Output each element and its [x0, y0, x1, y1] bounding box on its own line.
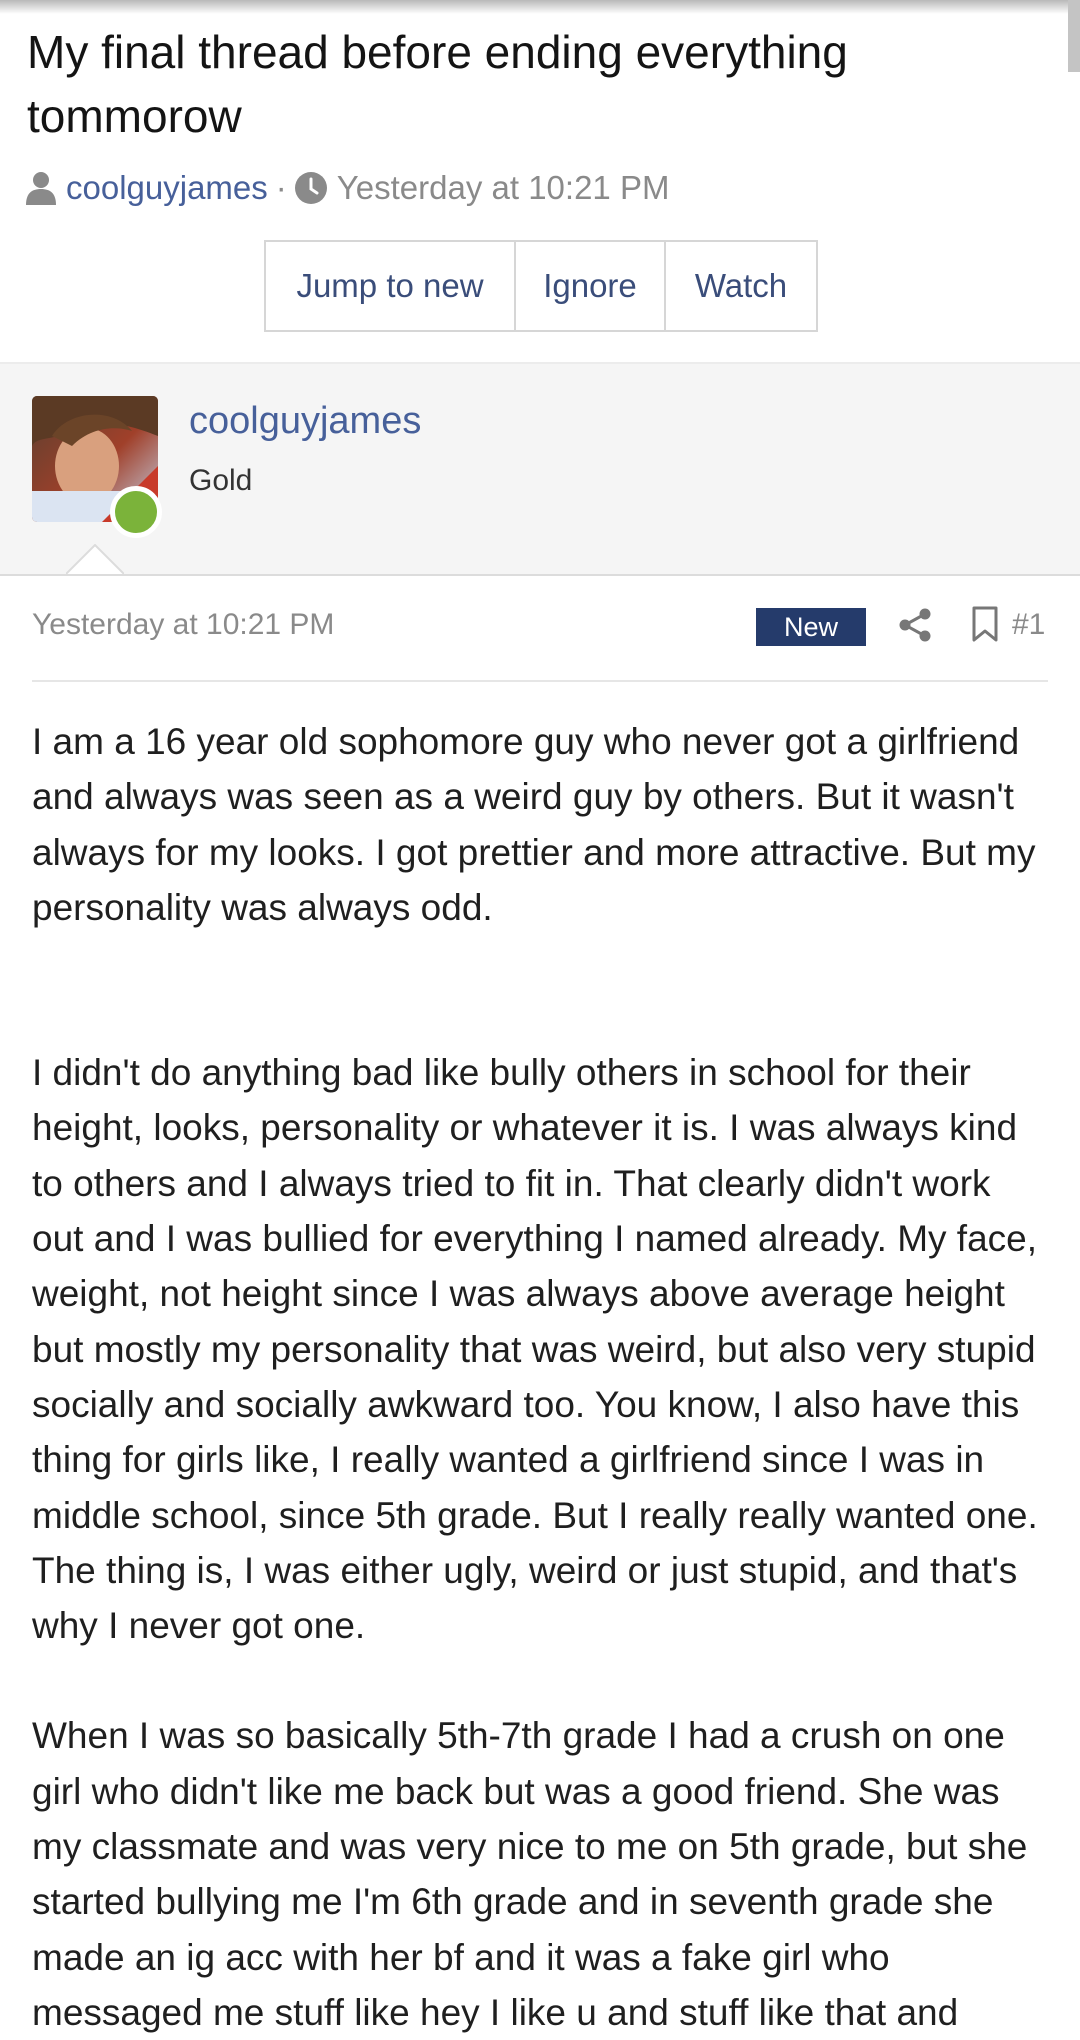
thread-author-link[interactable]: coolguyjames: [66, 169, 268, 207]
post-divider: [32, 680, 1048, 682]
thread-title: My final thread before ending everything…: [27, 26, 848, 142]
ignore-button[interactable]: Ignore: [516, 242, 666, 330]
post-paragraph: When I was so basically 5th-7th grade I …: [32, 1715, 1028, 2033]
thread-actions: Jump to new Ignore Watch: [264, 240, 818, 332]
watch-button[interactable]: Watch: [666, 242, 816, 330]
online-status-indicator: [110, 486, 162, 538]
meta-separator: ·: [275, 169, 287, 206]
post-header: Yesterday at 10:21 PM New #1: [32, 598, 1048, 654]
jump-to-new-button[interactable]: Jump to new: [266, 242, 516, 330]
clock-icon: [294, 172, 327, 204]
thread-meta: coolguyjames · Yesterday at 10:21 PM: [26, 166, 669, 210]
post-number-link[interactable]: #1: [1012, 608, 1045, 642]
post-body: I am a 16 year old sophomore guy who nev…: [32, 714, 1052, 2040]
post-user-block: coolguyjames Gold: [0, 362, 1080, 576]
scrollbar-thumb[interactable]: [1068, 0, 1080, 72]
share-icon[interactable]: [898, 608, 932, 642]
thread-posted-time[interactable]: Yesterday at 10:21 PM: [337, 169, 670, 207]
top-shadow: [0, 0, 1080, 14]
post-date[interactable]: Yesterday at 10:21 PM: [32, 608, 334, 642]
post-username[interactable]: coolguyjames: [189, 400, 421, 443]
user-rank: Gold: [189, 464, 253, 497]
post-paragraph: I am a 16 year old sophomore guy who nev…: [32, 721, 1036, 928]
user-icon: [26, 172, 56, 205]
bookmark-icon[interactable]: [970, 606, 1000, 642]
new-badge: New: [756, 608, 866, 646]
post-pointer-arrow: [66, 544, 124, 574]
post-paragraph: I didn't do anything bad like bully othe…: [32, 1052, 1038, 1647]
